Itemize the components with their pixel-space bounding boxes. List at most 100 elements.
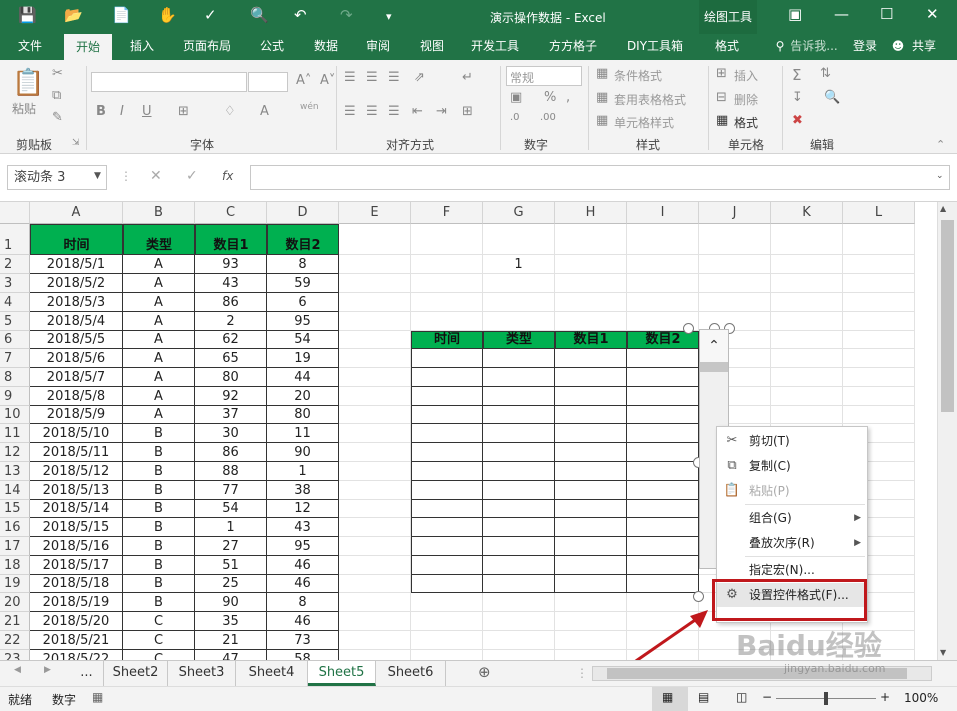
grid-cell[interactable]	[771, 312, 843, 331]
table-cell[interactable]: 2018/5/18	[30, 575, 123, 593]
menu-item-order[interactable]: 叠放次序(R) ▶	[717, 531, 867, 555]
customize-qat-icon[interactable]: ▾	[386, 10, 392, 23]
fill-icon[interactable]: ↧	[792, 90, 803, 105]
result-header-cell[interactable]: 数目1	[555, 331, 627, 349]
table-header-cell[interactable]: 类型	[123, 224, 195, 255]
page-break-view-icon[interactable]: ◫	[736, 690, 747, 704]
align-left-icon[interactable]: ☰	[344, 104, 356, 119]
grid-cell[interactable]	[411, 650, 483, 660]
grid-cell[interactable]	[339, 518, 411, 537]
find-select-icon[interactable]: 🔍	[824, 90, 840, 105]
table-cell[interactable]: 19	[267, 349, 339, 368]
column-header[interactable]: J	[699, 202, 771, 224]
number-format-box[interactable]: 常规	[506, 66, 582, 86]
row-header[interactable]: 21	[0, 612, 30, 631]
spelling-icon[interactable]: ✓	[204, 6, 217, 24]
result-cell[interactable]	[411, 556, 483, 575]
grid-cell[interactable]	[339, 556, 411, 575]
table-cell[interactable]: B	[123, 481, 195, 500]
table-cell[interactable]: 38	[267, 481, 339, 500]
align-middle-icon[interactable]: ☰	[366, 70, 378, 85]
increase-decimal-icon[interactable]: .0	[510, 112, 520, 123]
table-cell[interactable]: B	[123, 500, 195, 518]
row-header[interactable]: 18	[0, 556, 30, 575]
column-header[interactable]: I	[627, 202, 699, 224]
table-cell[interactable]: 1	[195, 518, 267, 537]
result-cell[interactable]	[411, 518, 483, 537]
table-cell[interactable]: 58	[267, 650, 339, 660]
result-cell[interactable]	[555, 349, 627, 368]
grid-cell[interactable]	[771, 331, 843, 349]
table-cell[interactable]: 54	[267, 331, 339, 349]
table-cell[interactable]: 90	[267, 443, 339, 462]
grid-cell[interactable]	[339, 274, 411, 293]
table-cell[interactable]: 92	[195, 387, 267, 406]
align-top-icon[interactable]: ☰	[344, 70, 356, 85]
grid-cell[interactable]	[339, 631, 411, 650]
result-cell[interactable]	[411, 349, 483, 368]
table-cell[interactable]: 2018/5/16	[30, 537, 123, 556]
result-cell[interactable]	[627, 443, 699, 462]
tab-formulas[interactable]: 公式	[250, 34, 294, 60]
scroll-up-icon[interactable]: ▲	[940, 204, 946, 213]
menu-item-copy[interactable]: ⧉ 复制(C)	[717, 454, 867, 478]
sheet-tab-sheet2[interactable]: Sheet2	[104, 661, 168, 686]
sheet-tab-sheet4[interactable]: Sheet4	[236, 661, 308, 686]
decrease-decimal-icon[interactable]: .00	[540, 112, 556, 123]
row-header[interactable]: 16	[0, 518, 30, 537]
row-header[interactable]: 15	[0, 500, 30, 518]
grid-cell[interactable]	[555, 293, 627, 312]
font-name-box[interactable]	[91, 72, 247, 92]
table-cell[interactable]: 95	[267, 537, 339, 556]
table-cell[interactable]: 43	[267, 518, 339, 537]
grid-cell[interactable]	[483, 650, 555, 660]
column-header[interactable]: E	[339, 202, 411, 224]
tab-developer[interactable]: 开发工具	[462, 34, 528, 60]
row-header[interactable]: 9	[0, 387, 30, 406]
grid-cell[interactable]	[339, 387, 411, 406]
grid-cell[interactable]	[771, 368, 843, 387]
table-cell[interactable]: 12	[267, 500, 339, 518]
table-cell[interactable]: A	[123, 293, 195, 312]
vscroll-thumb[interactable]	[941, 220, 954, 412]
row-header[interactable]: 8	[0, 368, 30, 387]
print-preview-icon[interactable]: 🔍	[250, 6, 269, 24]
table-cell[interactable]: A	[123, 255, 195, 274]
undo-icon[interactable]: ↶	[294, 6, 307, 24]
tab-review[interactable]: 审阅	[356, 34, 400, 60]
table-cell[interactable]: B	[123, 518, 195, 537]
tab-format[interactable]: 格式	[702, 34, 752, 60]
grid-cell[interactable]	[339, 224, 411, 255]
result-cell[interactable]	[411, 481, 483, 500]
result-cell[interactable]	[555, 406, 627, 424]
sheet-tab-sheet5[interactable]: Sheet5	[308, 661, 376, 686]
tab-diy-toolbox[interactable]: DIY工具箱	[618, 34, 692, 60]
grid-cell[interactable]	[339, 293, 411, 312]
result-cell[interactable]	[627, 406, 699, 424]
result-cell[interactable]	[411, 443, 483, 462]
table-cell[interactable]: 46	[267, 556, 339, 575]
bold-button[interactable]: B	[96, 104, 106, 119]
format-painter-icon[interactable]: ✎	[52, 110, 63, 125]
table-cell[interactable]: C	[123, 631, 195, 650]
table-cell[interactable]: 44	[267, 368, 339, 387]
column-header[interactable]: D	[267, 202, 339, 224]
result-cell[interactable]	[555, 443, 627, 462]
font-color-button[interactable]: A	[260, 104, 269, 119]
grid-cell[interactable]	[339, 368, 411, 387]
grid-cell[interactable]	[483, 612, 555, 631]
collapse-ribbon-icon[interactable]: ⌃	[936, 138, 945, 151]
conditional-format-button[interactable]: 条件格式	[614, 67, 662, 84]
menu-item-group[interactable]: 组合(G) ▶	[717, 506, 867, 530]
table-cell[interactable]: 43	[195, 274, 267, 293]
tab-home[interactable]: 开始	[64, 34, 112, 60]
result-cell[interactable]	[483, 424, 555, 443]
column-header[interactable]: L	[843, 202, 915, 224]
grid-cell[interactable]	[843, 293, 915, 312]
grid-cell[interactable]	[699, 274, 771, 293]
table-header-cell[interactable]: 数目2	[267, 224, 339, 255]
align-right-icon[interactable]: ☰	[388, 104, 400, 119]
grid-cell[interactable]	[555, 255, 627, 274]
table-cell[interactable]: A	[123, 349, 195, 368]
result-cell[interactable]	[483, 556, 555, 575]
